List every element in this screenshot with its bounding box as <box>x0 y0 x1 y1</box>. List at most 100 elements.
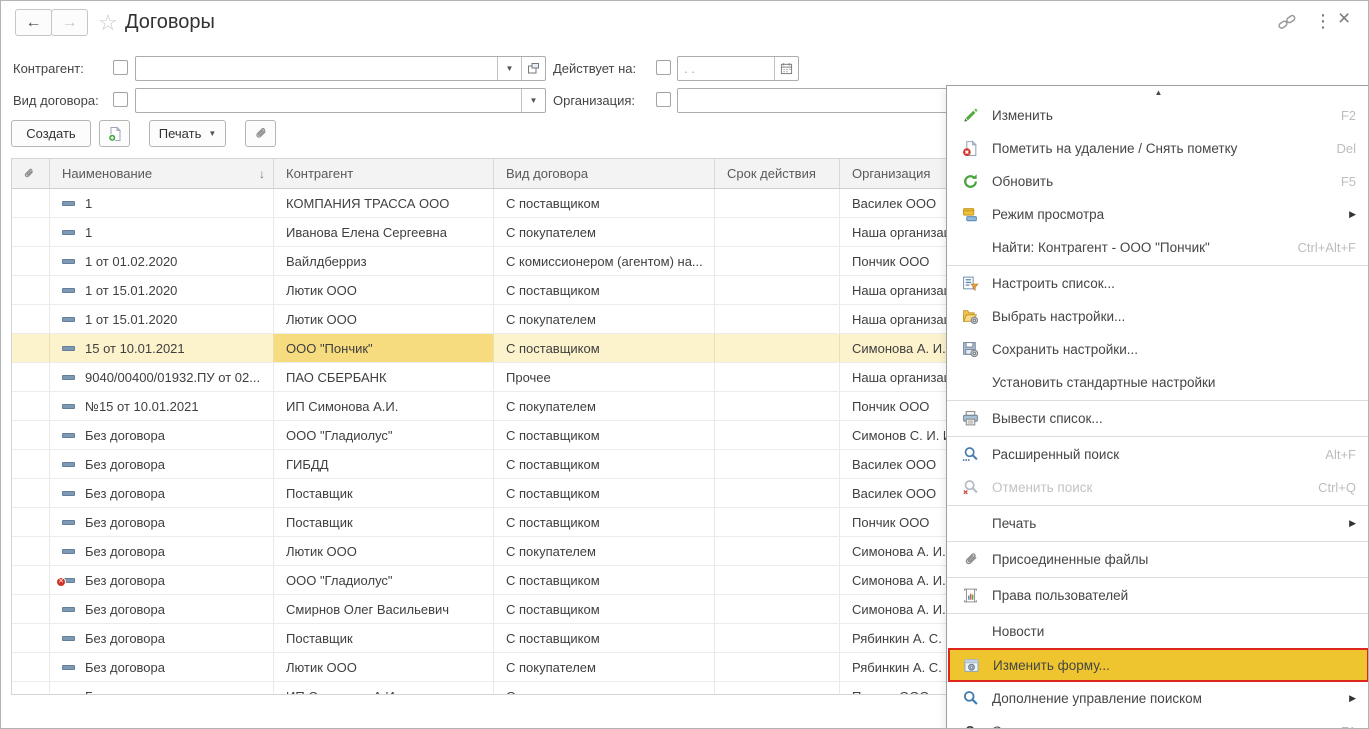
back-button[interactable]: ← <box>15 9 52 36</box>
row-validity-cell[interactable] <box>715 305 840 333</box>
row-name-cell[interactable]: ✕1 от 15.01.2020 <box>50 305 274 333</box>
row-kontragent-cell[interactable]: ПАО СБЕРБАНК <box>274 363 494 391</box>
row-kontragent-cell[interactable]: ООО "Гладиолус" <box>274 566 494 594</box>
row-validity-cell[interactable] <box>715 508 840 536</box>
row-attach-cell[interactable] <box>12 334 50 362</box>
row-kontragent-cell[interactable]: ООО "Пончик" <box>274 334 494 362</box>
row-attach-cell[interactable] <box>12 566 50 594</box>
print-button[interactable]: Печать ▼ <box>149 120 226 147</box>
favorite-star-icon[interactable]: ☆ <box>98 10 118 36</box>
row-attach-cell[interactable] <box>12 392 50 420</box>
row-name-cell[interactable]: ✕Без договора <box>50 595 274 623</box>
row-validity-cell[interactable] <box>715 682 840 695</box>
row-kontragent-cell[interactable]: Иванова Елена Сергеевна <box>274 218 494 246</box>
menu-item[interactable]: ИзменитьF2 <box>947 99 1369 132</box>
menu-item[interactable]: Присоединенные файлы <box>947 543 1369 576</box>
row-attach-cell[interactable] <box>12 479 50 507</box>
contract-kind-filter-checkbox[interactable] <box>113 92 128 107</box>
validity-column-header[interactable]: Срок действия <box>715 159 840 188</box>
row-attach-cell[interactable] <box>12 537 50 565</box>
row-validity-cell[interactable] <box>715 421 840 449</box>
row-attach-cell[interactable] <box>12 450 50 478</box>
row-contract-kind-cell[interactable]: С поставщиком <box>494 595 715 623</box>
row-name-cell[interactable]: ✕15 от 10.01.2021 <box>50 334 274 362</box>
row-validity-cell[interactable] <box>715 479 840 507</box>
row-kontragent-cell[interactable]: ИП Симонова А.И. <box>274 682 494 695</box>
menu-item[interactable]: ?СправкаF1 <box>947 715 1369 729</box>
row-name-cell[interactable]: ✕Без договора <box>50 653 274 681</box>
row-attach-cell[interactable] <box>12 595 50 623</box>
row-contract-kind-cell[interactable]: С покупателем <box>494 653 715 681</box>
kontragent-open-button[interactable] <box>521 57 545 80</box>
row-name-cell[interactable]: ✕Без договора <box>50 624 274 652</box>
contract-kind-dropdown-button[interactable]: ▼ <box>521 89 545 112</box>
row-contract-kind-cell[interactable]: С покупателем <box>494 392 715 420</box>
row-contract-kind-cell[interactable]: С покупателем <box>494 537 715 565</box>
row-attach-cell[interactable] <box>12 247 50 275</box>
menu-item[interactable]: Установить стандартные настройки <box>947 366 1369 399</box>
calendar-button[interactable] <box>774 57 798 80</box>
row-kontragent-cell[interactable]: КОМПАНИЯ ТРАССА ООО <box>274 189 494 217</box>
row-name-cell[interactable]: ✕Без договора <box>50 421 274 449</box>
row-name-cell[interactable]: ✕1 <box>50 189 274 217</box>
row-contract-kind-cell[interactable]: Прочее <box>494 363 715 391</box>
close-icon[interactable]: × <box>1338 8 1350 29</box>
attachments-button[interactable] <box>245 120 276 147</box>
row-name-cell[interactable]: ✕Без договора <box>50 537 274 565</box>
row-kontragent-cell[interactable]: ГИБДД <box>274 450 494 478</box>
row-attach-cell[interactable] <box>12 218 50 246</box>
row-kontragent-cell[interactable]: Вайлдберриз <box>274 247 494 275</box>
menu-scroll-up-arrow[interactable]: ▲ <box>947 86 1369 99</box>
name-column-header[interactable]: Наименование ↓ <box>50 159 274 188</box>
row-contract-kind-cell[interactable]: С покупателем <box>494 682 715 695</box>
row-attach-cell[interactable] <box>12 363 50 391</box>
row-kontragent-cell[interactable]: Поставщик <box>274 508 494 536</box>
menu-item[interactable]: ОбновитьF5 <box>947 165 1369 198</box>
contract-kind-filter-input[interactable] <box>136 89 521 112</box>
row-validity-cell[interactable] <box>715 450 840 478</box>
row-kontragent-cell[interactable]: Лютик ООО <box>274 537 494 565</box>
row-name-cell[interactable]: ✕Без договора <box>50 508 274 536</box>
row-name-cell[interactable]: ✕1 от 01.02.2020 <box>50 247 274 275</box>
row-contract-kind-cell[interactable]: С поставщиком <box>494 276 715 304</box>
row-contract-kind-cell[interactable]: С поставщиком <box>494 508 715 536</box>
row-contract-kind-cell[interactable]: С комиссионером (агентом) на... <box>494 247 715 275</box>
row-name-cell[interactable]: ✕9040/00400/01932.ПУ от 02... <box>50 363 274 391</box>
menu-item[interactable]: Вывести список... <box>947 402 1369 435</box>
row-contract-kind-cell[interactable]: С покупателем <box>494 305 715 333</box>
row-kontragent-cell[interactable]: Поставщик <box>274 479 494 507</box>
row-validity-cell[interactable] <box>715 363 840 391</box>
row-attach-cell[interactable] <box>12 276 50 304</box>
contract-kind-column-header[interactable]: Вид договора <box>494 159 715 188</box>
row-kontragent-cell[interactable]: ИП Симонова А.И. <box>274 392 494 420</box>
row-name-cell[interactable]: ✕№15 от 10.01.2021 <box>50 392 274 420</box>
row-name-cell[interactable]: ✕Без договора <box>50 682 274 695</box>
kontragent-filter-input[interactable] <box>136 57 497 80</box>
row-kontragent-cell[interactable]: ООО "Гладиолус" <box>274 421 494 449</box>
menu-item[interactable]: Выбрать настройки... <box>947 300 1369 333</box>
row-kontragent-cell[interactable]: Лютик ООО <box>274 653 494 681</box>
row-name-cell[interactable]: ✕Без договора <box>50 566 274 594</box>
create-button[interactable]: Создать <box>11 120 91 147</box>
row-kontragent-cell[interactable]: Лютик ООО <box>274 276 494 304</box>
row-attach-cell[interactable] <box>12 624 50 652</box>
row-attach-cell[interactable] <box>12 189 50 217</box>
row-contract-kind-cell[interactable]: С поставщиком <box>494 624 715 652</box>
row-attach-cell[interactable] <box>12 682 50 695</box>
row-validity-cell[interactable] <box>715 218 840 246</box>
row-validity-cell[interactable] <box>715 189 840 217</box>
menu-item[interactable]: Пометить на удаление / Снять пометкуDel <box>947 132 1369 165</box>
menu-item[interactable]: Расширенный поискAlt+F <box>947 438 1369 471</box>
row-name-cell[interactable]: ✕Без договора <box>50 450 274 478</box>
more-menu-icon[interactable]: ⋮ <box>1314 11 1326 32</box>
menu-item[interactable]: Печать▶ <box>947 507 1369 540</box>
row-kontragent-cell[interactable]: Лютик ООО <box>274 305 494 333</box>
menu-item[interactable]: Дополнение управление поиском▶ <box>947 682 1369 715</box>
row-attach-cell[interactable] <box>12 653 50 681</box>
menu-item[interactable]: Найти: Контрагент - ООО "Пончик"Ctrl+Alt… <box>947 231 1369 264</box>
forward-button[interactable]: → <box>51 9 88 36</box>
kontragent-filter-checkbox[interactable] <box>113 60 128 75</box>
kontragent-dropdown-button[interactable]: ▼ <box>497 57 521 80</box>
row-kontragent-cell[interactable]: Поставщик <box>274 624 494 652</box>
row-contract-kind-cell[interactable]: С поставщиком <box>494 334 715 362</box>
